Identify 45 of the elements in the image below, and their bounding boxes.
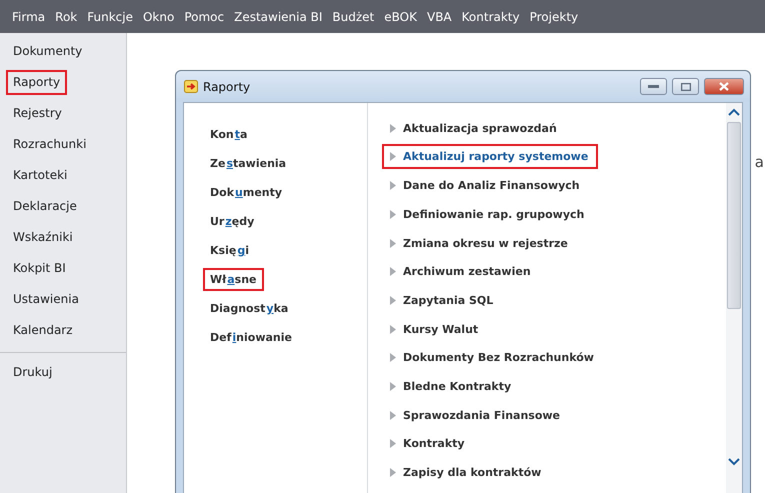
- menu-item[interactable]: VBA: [422, 10, 457, 24]
- category-link[interactable]: Urzędy: [203, 210, 262, 233]
- sidebar-item[interactable]: Raporty: [6, 70, 68, 95]
- report-item[interactable]: Sprawozdania Finansowe: [382, 402, 570, 428]
- menu-item[interactable]: Firma: [7, 10, 50, 24]
- report-item[interactable]: Zapytania SQL: [382, 288, 504, 313]
- category-link[interactable]: Księgi: [203, 239, 256, 262]
- report-item[interactable]: Kursy Walut: [382, 316, 488, 342]
- menu-item[interactable]: eBOK: [379, 10, 422, 24]
- report-item[interactable]: Aktualizacja sprawozdań: [382, 116, 567, 141]
- sidebar-item[interactable]: Kokpit BI: [6, 256, 73, 281]
- sidebar-item[interactable]: Kalendarz: [6, 318, 80, 343]
- report-item[interactable]: Archiwum zestawien: [382, 259, 541, 284]
- report-item[interactable]: Zmiana okresu w rejestrze: [382, 230, 578, 256]
- menu-item[interactable]: Zestawienia BI: [229, 10, 328, 24]
- report-item[interactable]: Dane do Analiz Finansowych: [382, 173, 590, 198]
- category-link[interactable]: Diagnostyka: [203, 297, 296, 320]
- menu-item[interactable]: Funkcje: [82, 10, 138, 24]
- report-item[interactable]: Zapisy dla kontraktów: [382, 460, 552, 486]
- report-item[interactable]: Bledne Kontrakty: [382, 374, 522, 399]
- report-item[interactable]: Dokumenty Bez Rozrachunków: [382, 345, 604, 370]
- report-item[interactable]: Aktualizuj raporty systemowe: [382, 144, 598, 170]
- sidebar-item[interactable]: Ustawienia: [6, 287, 86, 312]
- sidebar-item[interactable]: Rozrachunki: [6, 132, 94, 157]
- sidebar-item[interactable]: Wskaźniki: [6, 225, 80, 250]
- menu-item[interactable]: Okno: [138, 10, 180, 24]
- category-link[interactable]: Własne: [203, 268, 264, 291]
- menu-item[interactable]: Budżet: [327, 10, 380, 24]
- sidebar-item[interactable]: Dokumenty: [6, 39, 90, 64]
- category-link[interactable]: Konta: [203, 123, 254, 146]
- menu-item[interactable]: Pomoc: [179, 10, 230, 24]
- sidebar-item[interactable]: Kartoteki: [6, 163, 74, 188]
- report-item[interactable]: Kontrakty: [382, 431, 475, 456]
- window-title: Raporty: [203, 80, 252, 94]
- menu-item[interactable]: Rok: [50, 10, 82, 24]
- report-item[interactable]: Definiowanie rap. grupowych: [382, 202, 594, 227]
- background-text: a: [754, 153, 764, 171]
- menu-item[interactable]: Projekty: [524, 10, 584, 24]
- category-link[interactable]: Dokumenty: [203, 181, 290, 204]
- sidebar-item[interactable]: Deklaracje: [6, 194, 84, 219]
- menu-item[interactable]: Kontrakty: [456, 10, 525, 24]
- category-link[interactable]: Zestawienia: [203, 152, 294, 175]
- category-link[interactable]: Definiowanie: [203, 326, 299, 349]
- sidebar-item[interactable]: Drukuj: [6, 360, 60, 385]
- sidebar-item[interactable]: Rejestry: [6, 101, 69, 126]
